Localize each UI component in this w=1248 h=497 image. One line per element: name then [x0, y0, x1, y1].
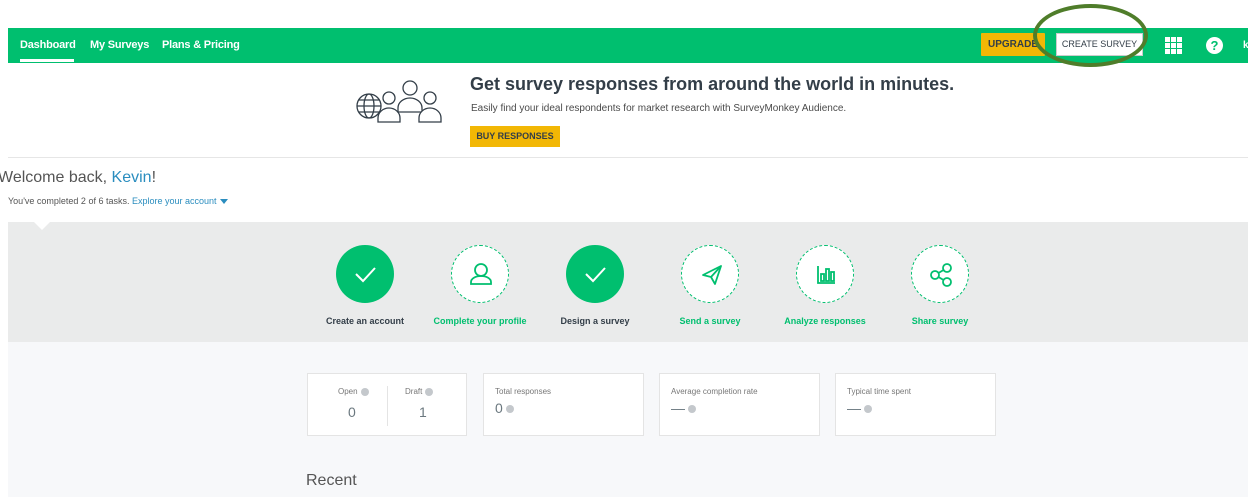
caret-down-icon[interactable]	[219, 199, 228, 205]
completion-rate-value: —	[671, 400, 696, 416]
info-icon[interactable]	[688, 405, 696, 414]
buy-responses-button[interactable]: BUY RESPONSES	[470, 126, 560, 147]
check-icon	[355, 267, 376, 283]
nav-dashboard[interactable]: Dashboard	[20, 28, 76, 63]
draft-label: Draft	[405, 387, 434, 396]
step-label-share-survey[interactable]: Share survey	[880, 316, 1000, 326]
completion-rate-card: Average completion rate —	[659, 373, 820, 436]
completion-rate-number: —	[671, 400, 685, 416]
apps-grid-icon[interactable]	[1165, 37, 1182, 54]
open-count[interactable]: 0	[348, 404, 356, 420]
step-create-account	[336, 245, 394, 303]
step-label-design-survey: Design a survey	[560, 316, 630, 326]
bar-chart-icon	[817, 266, 835, 284]
total-responses-value: 0	[495, 400, 514, 416]
info-icon[interactable]	[360, 387, 369, 396]
highlight-ring-annotation	[1033, 4, 1148, 67]
person-icon	[470, 263, 492, 285]
step-label-complete-profile[interactable]: Complete your profile	[420, 316, 540, 326]
banner-title: Get survey responses from around the wor…	[470, 74, 955, 94]
step-complete-profile[interactable]	[451, 245, 509, 303]
nav-plans-pricing[interactable]: Plans & Pricing	[162, 28, 240, 63]
step-send-survey[interactable]	[681, 245, 739, 303]
info-icon[interactable]	[864, 405, 872, 414]
draft-label-text: Draft	[405, 387, 423, 396]
open-draft-card: Open 0 Draft 1	[307, 373, 467, 436]
paper-plane-icon	[702, 265, 722, 285]
completion-rate-label: Average completion rate	[671, 387, 758, 396]
share-icon	[930, 263, 952, 287]
user-menu[interactable]: kk	[1243, 28, 1248, 63]
card-divider	[387, 386, 388, 426]
check-icon	[585, 267, 606, 283]
info-icon[interactable]	[425, 387, 434, 396]
time-spent-value: —	[847, 400, 872, 416]
step-label-send-survey[interactable]: Send a survey	[650, 316, 770, 326]
explore-account-link[interactable]: Explore your account	[132, 196, 217, 206]
welcome-suffix: !	[151, 169, 157, 186]
open-label: Open	[338, 387, 369, 396]
total-responses-card: Total responses 0	[483, 373, 644, 436]
recent-heading: Recent	[306, 472, 357, 489]
info-icon[interactable]	[505, 405, 514, 414]
nav-my-surveys[interactable]: My Surveys	[90, 28, 149, 63]
divider	[8, 157, 1248, 158]
total-responses-label: Total responses	[495, 387, 552, 396]
step-design-survey	[566, 245, 624, 303]
user-first-name: Kevin	[111, 169, 152, 186]
draft-count[interactable]: 1	[419, 404, 427, 420]
step-label-create-account: Create an account	[325, 316, 405, 326]
help-icon[interactable]: ?	[1206, 37, 1223, 54]
welcome-heading: Welcome back, Kevin!	[0, 169, 156, 187]
time-spent-number: —	[847, 400, 861, 416]
time-spent-label: Typical time spent	[847, 387, 912, 396]
step-analyze-responses[interactable]	[796, 245, 854, 303]
panel-pointer	[34, 222, 50, 230]
total-responses-number: 0	[495, 400, 503, 416]
banner-subtitle: Easily find your ideal respondents for m…	[471, 103, 847, 114]
open-label-text: Open	[338, 387, 358, 396]
nav-active-indicator	[20, 59, 74, 62]
step-label-analyze-responses[interactable]: Analyze responses	[765, 316, 885, 326]
audience-globe-icon	[356, 80, 442, 123]
tasks-completed-text: You've completed 2 of 6 tasks.	[8, 196, 130, 206]
welcome-prefix: Welcome back,	[0, 169, 112, 186]
time-spent-card: Typical time spent —	[835, 373, 996, 436]
step-share-survey[interactable]	[911, 245, 969, 303]
task-progress-text: You've completed 2 of 6 tasks. Explore y…	[8, 196, 228, 206]
